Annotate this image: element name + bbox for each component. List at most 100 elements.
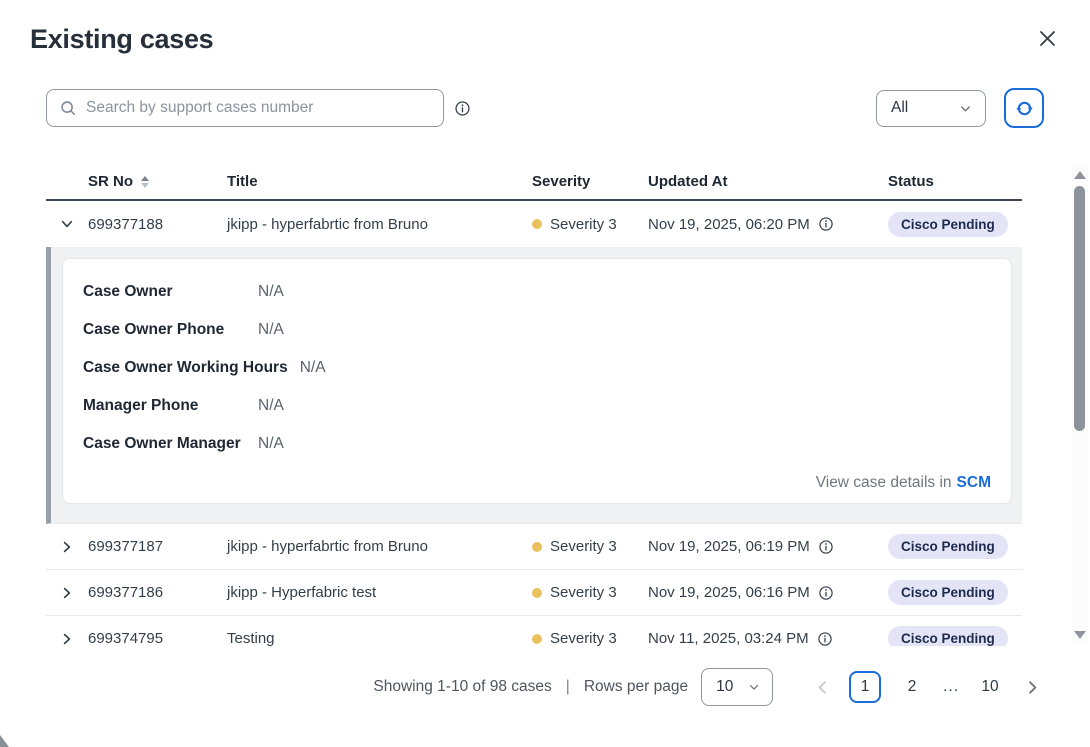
close-button[interactable]	[1035, 26, 1060, 51]
table-row[interactable]: 699377187 jkipp - hyperfabrtic from Brun…	[46, 524, 1022, 570]
detail-field: Case Owner Phone N/A	[83, 319, 991, 340]
page-button-10[interactable]: 10	[974, 671, 1006, 703]
table-row[interactable]: 699377188 jkipp - hyperfabrtic from Brun…	[46, 201, 1022, 247]
case-details-card: Case Owner N/A Case Owner Phone N/A Case…	[62, 258, 1012, 504]
collapse-row-button[interactable]	[46, 216, 88, 232]
refresh-button[interactable]	[1004, 88, 1044, 128]
scm-link[interactable]: SCM	[957, 474, 991, 491]
severity-cell: Severity 3	[532, 630, 648, 646]
sr-no-cell: 699374795	[88, 630, 164, 646]
separator: |	[565, 678, 570, 695]
rows-per-page-dropdown[interactable]: 10	[701, 668, 774, 706]
view-case-details-row: View case details in SCM	[815, 474, 991, 491]
field-value: N/A	[258, 321, 284, 338]
severity-cell: Severity 3	[532, 538, 648, 555]
sort-icon[interactable]	[141, 175, 149, 188]
field-value: N/A	[258, 283, 284, 300]
sr-no-cell: 699377187	[88, 538, 164, 555]
status-cell: Cisco Pending	[888, 534, 1022, 559]
severity-dot	[532, 219, 542, 229]
severity-dot	[532, 633, 542, 644]
detail-field: Case Owner N/A	[83, 281, 991, 302]
filter-dropdown[interactable]: All	[876, 89, 986, 127]
scrollbar-thumb[interactable]	[1074, 186, 1085, 431]
cases-table: SR No Title Severity Updated At Status 6…	[46, 164, 1088, 646]
field-label: Manager Phone	[83, 397, 199, 414]
rows-per-page-value: 10	[716, 678, 734, 695]
updated-at-cell: Nov 19, 2025, 06:20 PM	[648, 216, 888, 233]
field-value: N/A	[299, 359, 326, 376]
column-header-updated-at: Updated At	[648, 173, 728, 190]
chevron-down-icon	[958, 101, 973, 116]
column-header-title: Title	[227, 173, 258, 190]
column-header-status: Status	[888, 173, 934, 190]
field-label: Case Owner Manager	[83, 435, 241, 452]
status-badge: Cisco Pending	[888, 626, 1008, 646]
status-cell: Cisco Pending	[888, 211, 1022, 237]
page-button-2[interactable]: 2	[896, 671, 928, 703]
status-badge: Cisco Pending	[888, 211, 1008, 237]
expand-row-button[interactable]	[46, 631, 88, 647]
chevron-right-icon	[59, 585, 75, 601]
title-cell: jkipp - hyperfabrtic from Bruno	[227, 538, 428, 555]
field-value: N/A	[258, 435, 284, 452]
expand-row-button[interactable]	[46, 585, 88, 601]
title-cell: jkipp - Hyperfabric test	[227, 584, 377, 601]
severity-dot	[532, 541, 542, 552]
table-viewport: SR No Title Severity Updated At Status 6…	[46, 164, 1022, 646]
expanded-row-details: Case Owner N/A Case Owner Phone N/A Case…	[46, 247, 1022, 524]
chevron-right-icon	[1023, 678, 1042, 697]
modal-header: Existing cases	[0, 0, 1090, 55]
search-box[interactable]	[46, 89, 444, 127]
severity-dot	[532, 587, 542, 598]
expand-row-button[interactable]	[46, 539, 88, 555]
column-header-sr-no[interactable]: SR No	[88, 173, 227, 190]
updated-at-cell: Nov 19, 2025, 06:16 PM	[648, 584, 888, 601]
next-page-button[interactable]	[1021, 676, 1044, 699]
pages-ellipsis: ...	[943, 678, 959, 695]
status-badge: Cisco Pending	[888, 534, 1008, 559]
page-title: Existing cases	[30, 24, 214, 54]
chevron-right-icon	[59, 539, 75, 555]
search-info-icon[interactable]	[454, 100, 471, 117]
showing-summary: Showing 1-10 of 98 cases	[373, 678, 552, 695]
column-header-severity: Severity	[532, 173, 591, 190]
close-icon	[1039, 30, 1056, 47]
detail-field: Case Owner Working Hours N/A	[83, 357, 991, 378]
vertical-scrollbar[interactable]	[1071, 164, 1088, 646]
scroll-down-icon[interactable]	[1073, 631, 1086, 639]
sr-no-cell: 699377186	[88, 584, 164, 601]
search-input[interactable]	[86, 99, 431, 117]
chevron-down-icon	[747, 680, 761, 694]
field-label: Case Owner Phone	[83, 321, 225, 338]
table-header-row: SR No Title Severity Updated At Status	[46, 164, 1022, 201]
severity-cell: Severity 3	[532, 216, 648, 233]
filter-dropdown-value: All	[891, 99, 909, 116]
mouse-cursor	[0, 735, 9, 747]
previous-page-button[interactable]	[811, 676, 834, 699]
status-cell: Cisco Pending	[888, 626, 1022, 646]
toolbar: All	[46, 88, 1044, 128]
info-icon[interactable]	[818, 585, 834, 601]
updated-at-cell: Nov 19, 2025, 06:19 PM	[648, 538, 888, 555]
chevron-left-icon	[813, 678, 832, 697]
table-row[interactable]: 699374795 Testing Severity 3 Nov 11, 202…	[46, 616, 1022, 646]
info-icon[interactable]	[818, 216, 834, 232]
pagination-bar: Showing 1-10 of 98 cases | Rows per page…	[46, 658, 1044, 716]
pager: 1 2 ... 10	[811, 671, 1044, 703]
page-button-1[interactable]: 1	[849, 671, 882, 703]
field-label: Case Owner Working Hours	[83, 359, 288, 376]
chevron-right-icon	[59, 631, 75, 647]
status-badge: Cisco Pending	[888, 580, 1008, 605]
table-row[interactable]: 699377186 jkipp - Hyperfabric test Sever…	[46, 570, 1022, 616]
scroll-up-icon[interactable]	[1073, 171, 1086, 179]
severity-cell: Severity 3	[532, 584, 648, 601]
info-icon[interactable]	[818, 539, 834, 555]
title-cell: Testing	[227, 630, 275, 646]
info-icon[interactable]	[817, 631, 833, 647]
title-cell: jkipp - hyperfabrtic from Bruno	[227, 215, 428, 233]
field-label: Case Owner	[83, 283, 173, 300]
field-value: N/A	[258, 397, 284, 414]
rows-per-page-label: Rows per page	[583, 678, 689, 695]
detail-field: Manager Phone N/A	[83, 395, 991, 416]
